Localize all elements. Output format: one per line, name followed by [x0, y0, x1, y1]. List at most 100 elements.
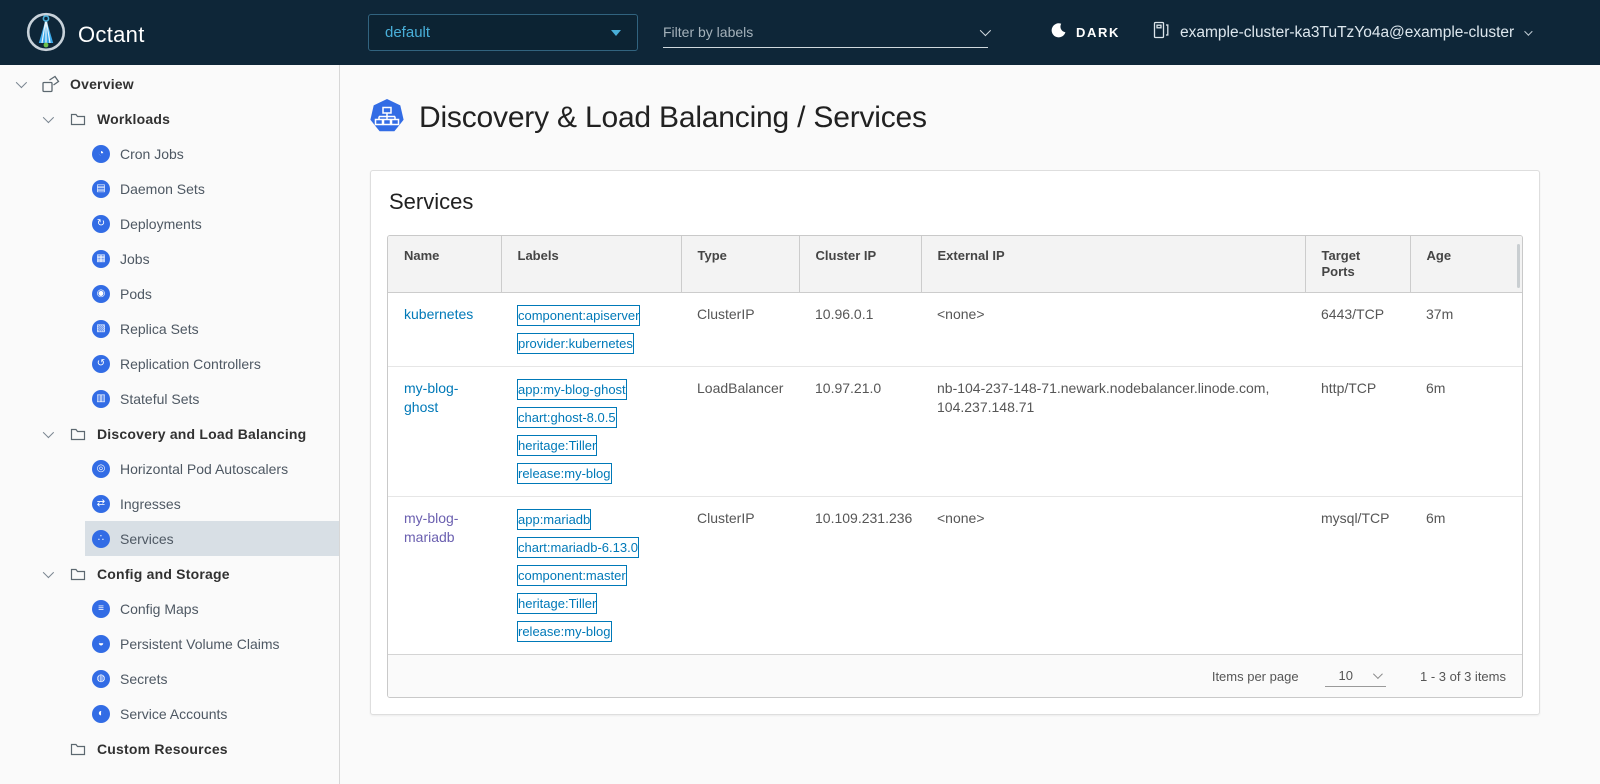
sidebar-item-pods[interactable]: ◉Pods — [85, 276, 339, 311]
label-pill: chart:mariadb-6.13.0 — [517, 537, 639, 558]
sidebar-item-persistent-volume-claims[interactable]: ◒Persistent Volume Claims — [85, 626, 339, 661]
sidebar-item-service-accounts[interactable]: ◐ Service Accounts — [85, 696, 339, 731]
octant-logo-icon — [26, 12, 66, 57]
sidebar-item-custom-resources[interactable]: Custom Resources — [0, 731, 339, 766]
sidebar-item-label: Replication Controllers — [120, 356, 261, 372]
config-maps-icon: ≡ — [92, 600, 110, 618]
table-body: kubernetescomponent:apiserverprovider:ku… — [388, 293, 1523, 655]
sidebar-item-deployments[interactable]: ↻Deployments — [85, 206, 339, 241]
sidebar-item-label: Daemon Sets — [120, 181, 205, 197]
cell-target-ports: mysql/TCP — [1305, 497, 1410, 655]
sidebar-item-secrets[interactable]: ◍Secrets — [85, 661, 339, 696]
sidebar-item-discovery-and-load-balancing[interactable]: Discovery and Load Balancing — [0, 416, 339, 451]
objects-icon — [42, 75, 60, 93]
services-table: NameLabelsTypeCluster IPExternal IPTarge… — [387, 235, 1523, 698]
page-title-row: Discovery & Load Balancing / Services — [369, 98, 1600, 138]
sidebar-item-stateful-sets[interactable]: ▥Stateful Sets — [85, 381, 339, 416]
sidebar-item-config-and-storage[interactable]: Config and Storage — [0, 556, 339, 591]
sidebar-item-config-maps[interactable]: ≡Config Maps — [85, 591, 339, 626]
sidebar-item-replication-controllers[interactable]: ↺Replication Controllers — [85, 346, 339, 381]
sidebar-item-services[interactable]: ∴Services — [85, 521, 339, 556]
sidebar-item-label: Ingresses — [120, 496, 181, 512]
sidebar-item-overview[interactable]: Overview — [0, 66, 339, 101]
cell-cluster-ip: 10.109.231.236 — [799, 497, 921, 655]
cell-name: my-blog-mariadb — [388, 497, 501, 655]
sidebar-item-daemon-sets[interactable]: ▤ Daemon Sets — [85, 171, 339, 206]
sidebar-item-label: Replica Sets — [120, 321, 199, 337]
service-accounts-icon: ◐ — [92, 705, 110, 723]
items-per-page-label: Items per page — [1212, 669, 1299, 684]
table-scrollbar-thumb[interactable] — [1517, 244, 1520, 288]
sidebar-item-ingresses[interactable]: ⇄Ingresses — [85, 486, 339, 521]
table-row-my-blog-ghost: my-blog-ghost app:my-blog-ghost chart:ghos… — [388, 367, 1523, 497]
chevron-down-icon[interactable] — [37, 570, 57, 578]
folder-icon — [69, 110, 87, 128]
column-header-type: Type — [681, 236, 799, 293]
horizontal-pod-autoscalers-icon: ◎ — [92, 460, 110, 478]
sidebar-item-label: Workloads — [97, 111, 170, 127]
dark-theme-label: DARK — [1076, 25, 1120, 40]
label-pill: release:my-blog — [517, 463, 612, 484]
column-header-cluster-ip: Cluster IP — [799, 236, 921, 293]
namespace-select-value: default — [385, 24, 430, 41]
cell-type: LoadBalancer — [681, 367, 799, 497]
items-per-page-select[interactable]: 10 — [1325, 666, 1386, 687]
sidebar-item-replica-sets[interactable]: ▧ Replica Sets — [85, 311, 339, 346]
sidebar-item-jobs[interactable]: ▦Jobs — [85, 241, 339, 276]
namespace-select[interactable]: default — [368, 14, 638, 51]
table-header-row: NameLabelsTypeCluster IPExternal IPTarge… — [388, 236, 1523, 293]
table-row-my-blog-mariadb: my-blog-mariadbapp:mariadbchart:mariadb-… — [388, 497, 1523, 655]
table-row-kubernetes: kubernetescomponent:apiserverprovider:ku… — [388, 293, 1523, 367]
cluster-icon — [1152, 21, 1170, 44]
sidebar-item-cron-jobs[interactable]: ◔ Cron Jobs — [85, 136, 339, 171]
folder-icon — [69, 565, 87, 583]
services-card: Services NameLabelsTypeCluster IPExterna… — [370, 170, 1540, 715]
sidebar-item-label: Cron Jobs — [120, 146, 184, 162]
sidebar-item-horizontal-pod-autoscalers[interactable]: ◎Horizontal Pod Autoscalers — [85, 451, 339, 486]
chevron-down-icon[interactable] — [10, 80, 30, 88]
app-header: Octant default DARK example-cluster-ka3T… — [0, 0, 1600, 65]
service-link[interactable]: my-blog-mariadb — [404, 510, 458, 545]
cell-external-ip: nb-104-237-148-71.newark.nodebalancer.li… — [921, 367, 1305, 497]
sidebar-item-label: Stateful Sets — [120, 391, 199, 407]
cell-labels: app:my-blog-ghost chart:ghost-8.0.5 herita… — [501, 367, 681, 497]
deployments-icon: ↻ — [92, 215, 110, 233]
cluster-context-switcher[interactable]: example-cluster-ka3TuTzYo4a@example-clus… — [1152, 0, 1530, 65]
column-header-age: Age — [1410, 236, 1523, 293]
cell-name: my-blog-ghost — [388, 367, 501, 497]
label-pill: chart:ghost-8.0.5 — [517, 407, 617, 428]
card-title: Services — [389, 189, 1523, 215]
folder-icon — [69, 740, 87, 758]
sidebar-item-label: Services — [120, 531, 174, 547]
cron-jobs-icon: ◔ — [92, 145, 110, 163]
daemon-sets-icon: ▤ — [92, 180, 110, 198]
cell-age: 6m — [1410, 497, 1523, 655]
sidebar-item-label: Service Accounts — [120, 706, 227, 722]
chevron-down-icon[interactable] — [980, 24, 991, 35]
chevron-down-icon[interactable] — [37, 430, 57, 438]
cell-type: ClusterIP — [681, 497, 799, 655]
pods-icon: ◉ — [92, 285, 110, 303]
sidebar-nav: Overview Workloads ◔ Cron Jobs ▤ Daemon Sets ↻… — [0, 65, 340, 784]
persistent-volume-claims-icon: ◒ — [92, 635, 110, 653]
table-footer: Items per page 10 1 - 3 of 3 items — [388, 654, 1522, 697]
main-content: Discovery & Load Balancing / Services Se… — [340, 65, 1600, 784]
sidebar-item-workloads[interactable]: Workloads — [0, 101, 339, 136]
sidebar-item-label: Overview — [70, 76, 134, 92]
service-link[interactable]: kubernetes — [404, 306, 473, 322]
label-pill: component:apiserver — [517, 305, 640, 326]
label-pill: heritage:Tiller — [517, 435, 597, 456]
label-filter-input[interactable] — [663, 24, 980, 40]
column-header-external-ip: External IP — [921, 236, 1305, 293]
sidebar-item-label: Custom Resources — [97, 741, 228, 757]
chevron-down-icon[interactable] — [37, 115, 57, 123]
service-link[interactable]: my-blog-ghost — [404, 380, 458, 415]
label-pill: app:my-blog-ghost — [517, 379, 627, 400]
folder-icon — [69, 425, 87, 443]
replica-sets-icon: ▧ — [92, 320, 110, 338]
sidebar-item-label: Jobs — [120, 251, 150, 267]
dark-theme-toggle[interactable]: DARK — [1050, 0, 1120, 65]
cell-target-ports: http/TCP — [1305, 367, 1410, 497]
cell-name: kubernetes — [388, 293, 501, 367]
cell-target-ports: 6443/TCP — [1305, 293, 1410, 367]
